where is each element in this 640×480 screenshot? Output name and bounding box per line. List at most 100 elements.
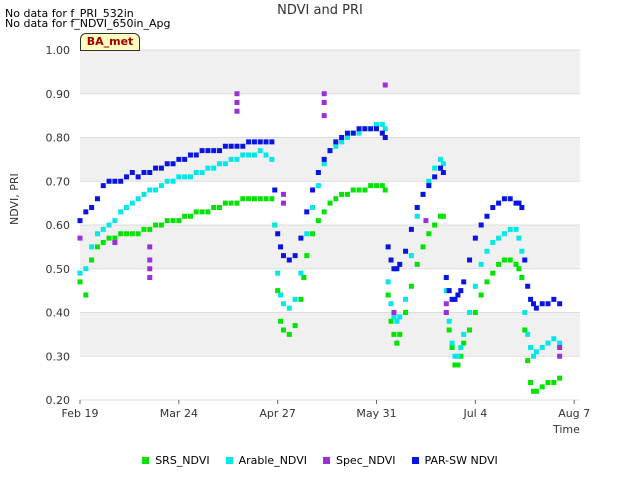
data-point-par-sw-ndvi: [272, 187, 278, 193]
data-point-arable-ndvi: [278, 292, 284, 298]
data-point-arable-ndvi: [129, 200, 135, 206]
data-point-arable-ndvi: [234, 156, 240, 162]
data-point-par-sw-ndvi: [382, 135, 388, 140]
data-point-arable-ndvi: [217, 161, 223, 167]
data-point-srs-ndvi: [280, 327, 286, 333]
data-point-par-sw-ndvi: [461, 279, 467, 285]
chart-legend: SRS_NDVI Arable_NDVI Spec_NDVI PAR-SW ND…: [0, 454, 640, 467]
data-point-par-sw-ndvi: [484, 213, 490, 219]
data-point-spec-ndvi: [280, 200, 286, 206]
data-point-srs-ndvi: [379, 183, 385, 189]
legend-swatch-arable-ndvi: [225, 457, 233, 464]
data-point-par-sw-ndvi: [187, 152, 193, 158]
data-point-par-sw-ndvi: [362, 126, 368, 132]
data-point-srs-ndvi: [135, 231, 141, 237]
data-point-arable-ndvi: [519, 248, 525, 254]
data-point-srs-ndvi: [440, 213, 446, 219]
data-point-spec-ndvi: [147, 275, 153, 280]
data-point-spec-ndvi: [147, 257, 153, 263]
data-point-srs-ndvi: [385, 292, 391, 298]
data-point-par-sw-ndvi: [164, 161, 170, 167]
data-point-srs-ndvi: [240, 196, 246, 202]
data-point-srs-ndvi: [251, 196, 257, 202]
data-point-srs-ndvi: [388, 318, 394, 324]
data-point-par-sw-ndvi: [507, 196, 513, 202]
data-point-par-sw-ndvi: [315, 170, 321, 175]
legend-label-srs-ndvi: SRS_NDVI: [155, 454, 210, 467]
x-axis-label: Time: [553, 423, 580, 436]
data-point-srs-ndvi: [315, 218, 321, 224]
data-point-arable-ndvi: [158, 183, 164, 189]
legend-item-srs-ndvi: SRS_NDVI: [142, 454, 210, 467]
data-point-srs-ndvi: [327, 200, 333, 206]
data-point-par-sw-ndvi: [501, 196, 507, 202]
data-point-srs-ndvi: [124, 231, 130, 237]
data-point-srs-ndvi: [339, 191, 345, 197]
data-point-arable-ndvi: [315, 183, 321, 189]
data-point-spec-ndvi: [321, 100, 327, 105]
data-point-spec-ndvi: [557, 345, 563, 350]
data-point-arable-ndvi: [467, 310, 473, 315]
data-point-srs-ndvi: [545, 380, 551, 385]
data-point-srs-ndvi: [222, 200, 228, 206]
data-point-par-sw-ndvi: [519, 205, 525, 210]
plot-band: [80, 268, 580, 313]
data-point-srs-ndvi: [269, 196, 275, 202]
data-point-par-sw-ndvi: [94, 196, 100, 202]
data-point-arable-ndvi: [455, 353, 461, 359]
data-point-srs-ndvi: [112, 235, 118, 241]
data-point-arable-ndvi: [379, 121, 385, 127]
data-point-par-sw-ndvi: [240, 143, 246, 149]
data-point-arable-ndvi: [516, 235, 522, 241]
data-point-srs-ndvi: [525, 358, 531, 364]
data-point-par-sw-ndvi: [286, 257, 292, 263]
data-point-par-sw-ndvi: [496, 200, 502, 206]
data-point-arable-ndvi: [478, 261, 484, 267]
data-point-spec-ndvi: [77, 235, 83, 241]
y-tick-label: 0.90: [46, 88, 71, 101]
data-point-par-sw-ndvi: [432, 174, 438, 180]
data-point-par-sw-ndvi: [414, 205, 420, 210]
data-point-arable-ndvi: [211, 165, 217, 171]
data-point-arable-ndvi: [246, 152, 252, 158]
data-point-arable-ndvi: [205, 165, 211, 171]
data-point-par-sw-ndvi: [147, 170, 153, 175]
legend-item-par-sw-ndvi: PAR-SW NDVI: [411, 454, 498, 467]
data-point-par-sw-ndvi: [356, 126, 362, 132]
y-tick-label: 0.40: [46, 307, 71, 320]
data-point-par-sw-ndvi: [158, 165, 164, 171]
data-point-arable-ndvi: [77, 270, 83, 276]
data-point-arable-ndvi: [193, 170, 199, 175]
data-point-par-sw-ndvi: [388, 257, 394, 263]
data-point-srs-ndvi: [292, 323, 298, 329]
data-point-par-sw-ndvi: [222, 143, 228, 149]
data-point-srs-ndvi: [211, 205, 217, 210]
data-point-srs-ndvi: [403, 310, 409, 315]
data-point-srs-ndvi: [507, 257, 513, 263]
data-point-par-sw-ndvi: [533, 305, 539, 311]
data-point-arable-ndvi: [458, 345, 464, 350]
data-point-srs-ndvi: [304, 253, 310, 259]
data-point-par-sw-ndvi: [350, 130, 356, 136]
data-point-par-sw-ndvi: [278, 244, 284, 250]
data-point-spec-ndvi: [382, 82, 388, 88]
data-point-par-sw-ndvi: [310, 187, 316, 193]
data-point-arable-ndvi: [100, 226, 106, 232]
data-point-par-sw-ndvi: [263, 139, 269, 145]
data-point-spec-ndvi: [112, 240, 118, 245]
legend-label-par-sw-ndvi: PAR-SW NDVI: [424, 454, 498, 467]
data-point-srs-ndvi: [344, 191, 350, 197]
data-point-srs-ndvi: [446, 327, 452, 333]
data-point-par-sw-ndvi: [199, 148, 205, 154]
data-point-srs-ndvi: [141, 226, 147, 232]
data-point-srs-ndvi: [414, 261, 420, 267]
legend-item-spec-ndvi: Spec_NDVI: [322, 454, 396, 467]
data-point-srs-ndvi: [106, 235, 112, 241]
data-point-arable-ndvi: [272, 222, 278, 228]
data-point-arable-ndvi: [292, 296, 298, 302]
data-point-arable-ndvi: [182, 174, 188, 180]
data-point-srs-ndvi: [533, 388, 539, 394]
data-point-arable-ndvi: [446, 318, 452, 324]
legend-swatch-spec-ndvi: [322, 457, 330, 464]
data-point-arable-ndvi: [530, 353, 536, 359]
